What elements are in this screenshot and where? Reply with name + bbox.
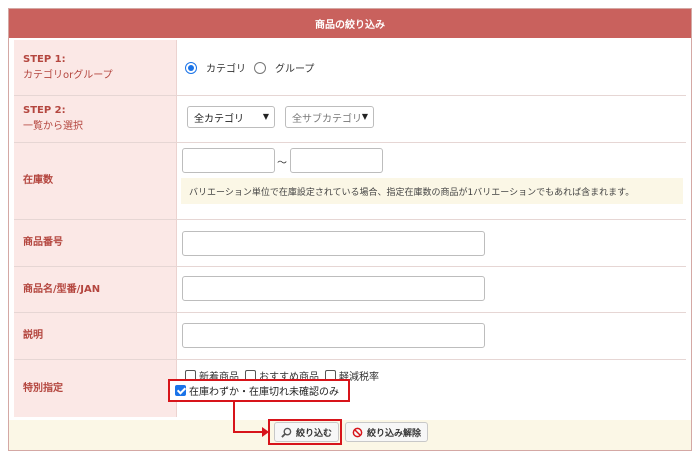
product-number-label: 商品番号 bbox=[14, 220, 177, 266]
radio-category-label: カテゴリ bbox=[206, 64, 246, 75]
row-step1: STEP 1: カテゴリorグループ カテゴリ グループ bbox=[14, 40, 686, 96]
checkbox-low-stock[interactable]: 在庫わずか・在庫切れ未確認のみ bbox=[168, 379, 350, 402]
row-product-number: 商品番号 bbox=[14, 220, 686, 267]
chevron-down-icon: ▼ bbox=[361, 112, 368, 121]
radio-category[interactable] bbox=[185, 61, 197, 74]
filter-panel: 商品の絞り込み STEP 1: カテゴリorグループ カテゴリ グループ STE… bbox=[8, 8, 692, 451]
low-stock-checkbox[interactable] bbox=[175, 385, 186, 396]
special-label: 特別指定 bbox=[14, 360, 177, 417]
description-input[interactable] bbox=[182, 323, 485, 348]
category-select[interactable]: 全カテゴリ ▼ bbox=[187, 106, 275, 128]
stock-note: バリエーション単位で在庫設定されている場合、指定在庫数の商品が1バリエーションで… bbox=[181, 178, 683, 204]
panel-title: 商品の絞り込み bbox=[9, 9, 691, 38]
product-number-input[interactable] bbox=[182, 231, 485, 256]
product-name-input[interactable] bbox=[182, 276, 485, 301]
description-label: 説明 bbox=[14, 313, 177, 359]
chevron-down-icon: ▼ bbox=[262, 112, 269, 121]
row-special: 特別指定 新着商品 おすすめ商品 軽減税率 bbox=[14, 360, 686, 417]
row-step2: STEP 2: 一覧から選択 全カテゴリ ▼ 全サブカテゴリ ▼ bbox=[14, 96, 686, 143]
row-product-name: 商品名/型番/JAN bbox=[14, 267, 686, 313]
radio-group[interactable] bbox=[254, 61, 266, 74]
subcategory-select[interactable]: 全サブカテゴリ ▼ bbox=[285, 106, 374, 128]
stock-min-input[interactable] bbox=[182, 148, 275, 173]
filter-button[interactable]: 絞り込む bbox=[274, 422, 340, 442]
clear-filter-button[interactable]: 絞り込み解除 bbox=[345, 422, 429, 442]
annotation-arrow bbox=[233, 402, 235, 432]
scope-radio-group: カテゴリ グループ bbox=[185, 40, 314, 95]
search-icon bbox=[281, 427, 292, 438]
stock-label: 在庫数 bbox=[14, 143, 177, 219]
product-name-label: 商品名/型番/JAN bbox=[14, 267, 177, 312]
stock-max-input[interactable] bbox=[290, 148, 383, 173]
step2-label: STEP 2: 一覧から選択 bbox=[14, 96, 177, 142]
annotation-arrow bbox=[233, 431, 263, 433]
row-description: 説明 bbox=[14, 313, 686, 360]
row-stock: 在庫数 〜 バリエーション単位で在庫設定されている場合、指定在庫数の商品が1バリ… bbox=[14, 143, 686, 220]
step1-label: STEP 1: カテゴリorグループ bbox=[14, 40, 177, 95]
clear-icon bbox=[352, 427, 363, 437]
radio-group-label: グループ bbox=[275, 64, 315, 75]
range-separator: 〜 bbox=[277, 158, 287, 169]
